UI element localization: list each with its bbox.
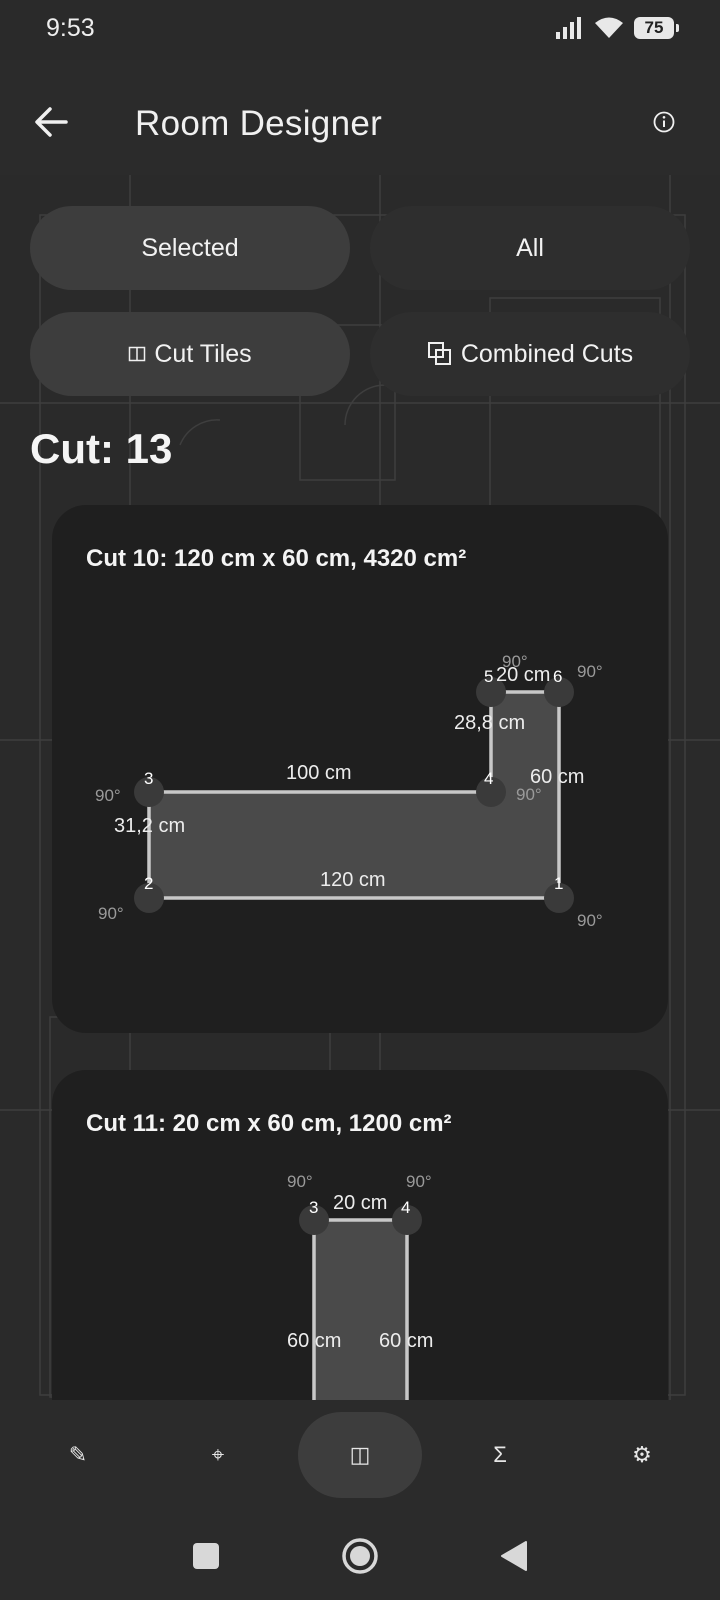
angle-label: 90° xyxy=(406,1172,432,1191)
home-button[interactable] xyxy=(332,1528,388,1584)
status-time: 9:53 xyxy=(46,14,95,42)
wifi-icon xyxy=(595,17,623,38)
cut-tiles-icon: ◫ xyxy=(349,1442,371,1467)
back-system-button[interactable] xyxy=(486,1528,542,1584)
edge-length-label: 20 cm xyxy=(333,1192,387,1214)
combined-cuts-icon xyxy=(427,342,451,365)
nav-edit-button[interactable]: ✎ xyxy=(16,1412,140,1498)
settings-icon: ⚙ xyxy=(632,1442,652,1467)
vertex-number: 2 xyxy=(144,874,153,893)
back-triangle-icon xyxy=(501,1541,527,1571)
cut-tiles-label: Cut Tiles xyxy=(154,339,252,368)
room-designer-screen: 9:53 75 Room Designer Selected All Cut T… xyxy=(0,0,720,1600)
filter-all-button[interactable]: All xyxy=(370,206,690,290)
vertex-number: 1 xyxy=(554,874,563,893)
filter-selected-label: Selected xyxy=(141,233,239,262)
cut-card[interactable]: Cut 10: 120 cm x 60 cm, 4320 cm² 1 2 3 4… xyxy=(52,505,668,1033)
edge-length-label: 60 cm xyxy=(287,1330,341,1352)
page-title: Room Designer xyxy=(135,104,383,143)
angle-label: 90° xyxy=(577,911,603,930)
recents-button[interactable] xyxy=(178,1528,234,1584)
filter-all-label: All xyxy=(516,233,544,262)
vertex-number: 4 xyxy=(484,769,493,788)
edge-length-label: 28,8 cm xyxy=(454,712,525,734)
cut-shape-diagram: 1 2 3 4 5 6 120 cm 31,2 cm 100 cm 28,8 c… xyxy=(95,652,603,930)
angle-label: 90° xyxy=(577,662,603,681)
cut-tiles-icon xyxy=(129,346,146,362)
combined-cuts-label: Combined Cuts xyxy=(460,339,634,368)
signal-icon xyxy=(556,17,581,39)
vertex-number: 6 xyxy=(553,667,562,686)
bottom-navigation: ✎ ⌖ ◫ Σ ⚙ xyxy=(0,1400,720,1510)
edge-length-label: 120 cm xyxy=(320,869,386,891)
vertex-number: 5 xyxy=(484,667,493,686)
crosshair-icon: ⌖ xyxy=(211,1442,225,1467)
angle-label: 90° xyxy=(516,785,542,804)
edge-length-label: 100 cm xyxy=(286,762,352,784)
back-arrow-icon[interactable] xyxy=(30,100,74,144)
nav-position-button[interactable]: ⌖ xyxy=(156,1412,280,1498)
square-icon xyxy=(193,1543,219,1569)
nav-cut-tiles-button[interactable]: ◫ xyxy=(298,1412,422,1498)
nav-settings-button[interactable]: ⚙ xyxy=(580,1412,704,1498)
cut-shape-polygon xyxy=(312,1218,409,1400)
angle-label: 90° xyxy=(95,786,121,805)
pencil-icon: ✎ xyxy=(68,1442,88,1467)
vertex-number: 4 xyxy=(401,1198,410,1217)
sigma-icon: Σ xyxy=(493,1442,507,1467)
home-circle-icon xyxy=(342,1538,378,1574)
status-bar: 9:53 75 xyxy=(0,0,720,60)
system-navigation-bar xyxy=(0,1510,720,1600)
filter-selected-button[interactable]: Selected xyxy=(30,206,350,290)
app-bar: Room Designer xyxy=(0,60,720,175)
angle-label: 90° xyxy=(287,1172,313,1191)
cut-tiles-button[interactable]: Cut Tiles xyxy=(30,312,350,396)
cut-shape-diagram: 3 4 20 cm 60 cm 60 cm 90° 90° xyxy=(287,1172,433,1400)
angle-label: 90° xyxy=(98,904,124,923)
edge-length-label: 60 cm xyxy=(379,1330,433,1352)
cut-card[interactable]: Cut 11: 20 cm x 60 cm, 1200 cm² 3 4 20 c… xyxy=(52,1070,668,1400)
edge-length-label: 31,2 cm xyxy=(114,815,185,837)
angle-label: 90° xyxy=(502,652,528,671)
vertex-number: 3 xyxy=(144,769,153,788)
cut-count-heading: Cut: 13 xyxy=(30,425,173,472)
combined-cuts-button[interactable]: Combined Cuts xyxy=(370,312,690,396)
status-icons: 75 xyxy=(554,16,679,40)
nav-summary-button[interactable]: Σ xyxy=(438,1412,562,1498)
vertex-number: 3 xyxy=(309,1198,318,1217)
battery-icon: 75 xyxy=(634,17,679,39)
info-icon[interactable] xyxy=(653,111,675,133)
